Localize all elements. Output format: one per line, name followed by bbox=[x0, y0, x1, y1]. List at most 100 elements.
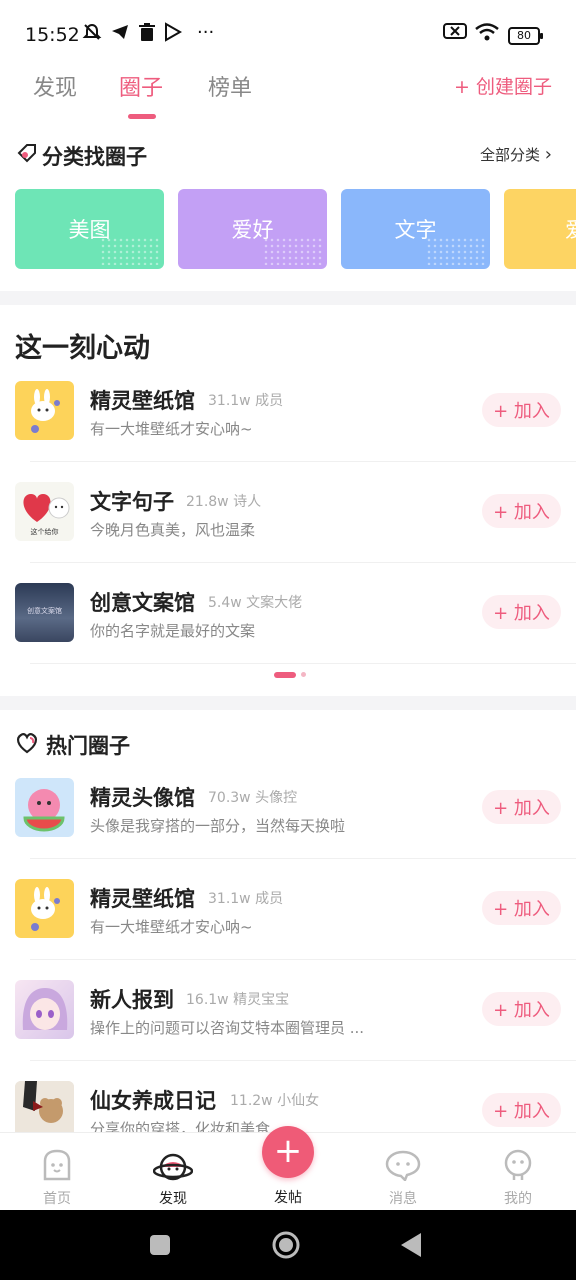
all-categories-link[interactable]: 全部分类 › bbox=[480, 144, 552, 165]
circle-desc: 操作上的问题可以咨询艾特本圈管理员 ... bbox=[90, 1019, 365, 1037]
plus-icon: + bbox=[273, 1131, 303, 1171]
mute-icon bbox=[82, 22, 102, 47]
circle-members: 5.4w 文案大佬 bbox=[208, 595, 303, 611]
category-card-hobby[interactable]: 爱好 bbox=[178, 189, 327, 269]
category-card-text[interactable]: 文字 bbox=[341, 189, 490, 269]
discover-planet-icon bbox=[152, 1149, 194, 1181]
home-button-icon[interactable] bbox=[271, 1230, 301, 1264]
circle-desc: 今晚月色真美，风也温柔 bbox=[90, 521, 256, 539]
join-button[interactable]: + 加入 bbox=[482, 891, 561, 925]
nav-profile[interactable]: 我的 bbox=[478, 1133, 558, 1211]
system-navigation-bar bbox=[0, 1210, 576, 1280]
circle-members: 70.3w 头像控 bbox=[208, 790, 298, 806]
row-separator bbox=[30, 959, 576, 960]
tab-discover[interactable]: 发现 bbox=[33, 70, 77, 102]
sim-off-icon bbox=[443, 22, 467, 45]
tab-ranking[interactable]: 榜单 bbox=[208, 70, 252, 102]
circle-avatar bbox=[15, 980, 74, 1039]
avatar-caption: 创意文案馆 bbox=[27, 607, 62, 615]
circle-members: 21.8w 诗人 bbox=[186, 494, 262, 510]
hot-section-title: 热门圈子 bbox=[46, 734, 130, 758]
tab-circles[interactable]: 圈子 bbox=[119, 70, 163, 102]
play-store-icon bbox=[164, 22, 183, 47]
home-ghost-icon bbox=[41, 1149, 73, 1181]
row-separator bbox=[30, 461, 576, 462]
page-indicator-dot bbox=[301, 672, 306, 677]
circle-avatar bbox=[15, 879, 74, 938]
join-button[interactable]: + 加入 bbox=[482, 790, 561, 824]
recents-icon[interactable] bbox=[149, 1234, 171, 1260]
circle-members: 31.1w 成员 bbox=[208, 393, 284, 409]
status-time: 15:52 bbox=[25, 24, 80, 46]
circle-avatar bbox=[15, 778, 74, 837]
card-pattern bbox=[100, 237, 160, 265]
battery-indicator: 80 bbox=[508, 27, 543, 45]
circle-members: 11.2w 小仙女 bbox=[230, 1093, 320, 1109]
circle-name: 仙女养成日记 bbox=[90, 1089, 216, 1113]
join-button[interactable]: + 加入 bbox=[482, 494, 561, 528]
page-indicator-active bbox=[274, 672, 296, 678]
circle-members: 16.1w 精灵宝宝 bbox=[186, 992, 290, 1008]
card-pattern bbox=[426, 237, 486, 265]
post-button[interactable]: + bbox=[262, 1126, 314, 1178]
circle-avatar bbox=[15, 381, 74, 440]
circle-desc: 有一大堆壁纸才安心呐~ bbox=[90, 420, 253, 438]
nav-home[interactable]: 首页 bbox=[17, 1133, 97, 1211]
nav-label: 消息 bbox=[389, 1191, 417, 1207]
nav-label: 首页 bbox=[43, 1191, 71, 1207]
list-item[interactable]: 新人报到 16.1w 精灵宝宝 操作上的问题可以咨询艾特本圈管理员 ... + … bbox=[0, 980, 576, 1081]
telegram-icon bbox=[110, 22, 130, 47]
join-button[interactable]: + 加入 bbox=[482, 1093, 561, 1127]
circle-name: 精灵壁纸馆 bbox=[90, 389, 195, 413]
circle-name: 精灵壁纸馆 bbox=[90, 887, 195, 911]
circle-name: 文字句子 bbox=[90, 490, 174, 514]
circle-name: 精灵头像馆 bbox=[90, 786, 195, 810]
list-item[interactable]: 精灵头像馆 70.3w 头像控 头像是我穿搭的一部分，当然每天换啦 + 加入 bbox=[0, 778, 576, 879]
post-label: 发帖 bbox=[274, 1190, 302, 1206]
row-separator bbox=[30, 663, 576, 664]
section-divider bbox=[0, 696, 576, 710]
category-card-partial[interactable]: 爱 bbox=[504, 189, 576, 269]
nav-messages[interactable]: 消息 bbox=[363, 1133, 443, 1211]
nav-label: 我的 bbox=[504, 1191, 532, 1207]
nav-discover[interactable]: 发现 bbox=[133, 1133, 213, 1211]
circle-desc: 你的名字就是最好的文案 bbox=[90, 622, 256, 640]
list-item[interactable]: 精灵壁纸馆 31.1w 成员 有一大堆壁纸才安心呐~ + 加入 bbox=[0, 879, 576, 980]
status-bar: 15:52 ··· 80 bbox=[0, 0, 576, 66]
card-pattern bbox=[263, 237, 323, 265]
category-card-meitu[interactable]: 美图 bbox=[15, 189, 164, 269]
circle-name: 新人报到 bbox=[90, 988, 174, 1012]
join-button[interactable]: + 加入 bbox=[482, 992, 561, 1026]
create-circle-button[interactable]: + 创建圈子 bbox=[454, 72, 552, 99]
circle-desc: 有一大堆壁纸才安心呐~ bbox=[90, 918, 253, 936]
chevron-right-icon: › bbox=[544, 144, 552, 165]
active-tab-indicator bbox=[128, 114, 156, 119]
row-separator bbox=[30, 1060, 576, 1061]
profile-icon bbox=[502, 1149, 534, 1181]
circle-desc: 头像是我穿搭的一部分，当然每天换啦 bbox=[90, 817, 346, 835]
list-item[interactable]: 精灵壁纸馆 31.1w 成员 有一大堆壁纸才安心呐~ + 加入 bbox=[0, 381, 576, 482]
circle-avatar: 创意文案馆 bbox=[15, 583, 74, 642]
more-indicator: ··· bbox=[197, 22, 215, 43]
list-item[interactable]: 创意文案馆 创意文案馆 5.4w 文案大佬 你的名字就是最好的文案 + 加入 bbox=[0, 583, 576, 684]
join-button[interactable]: + 加入 bbox=[482, 595, 561, 629]
category-section-title: 分类找圈子 bbox=[42, 145, 147, 169]
trash-icon bbox=[138, 22, 156, 47]
wifi-icon bbox=[474, 22, 500, 47]
message-bubble-icon bbox=[385, 1149, 421, 1183]
heartbeat-section-title: 这一刻心动 bbox=[15, 333, 150, 364]
category-label: 爱 bbox=[565, 218, 576, 242]
circle-members: 31.1w 成员 bbox=[208, 891, 284, 907]
row-separator bbox=[30, 562, 576, 563]
nav-label: 发现 bbox=[159, 1191, 187, 1207]
all-categories-label: 全部分类 bbox=[480, 146, 541, 164]
row-separator bbox=[30, 858, 576, 859]
section-divider bbox=[0, 291, 576, 305]
back-icon[interactable] bbox=[400, 1232, 422, 1262]
list-item[interactable]: 这个给你 文字句子 21.8w 诗人 今晚月色真美，风也温柔 + 加入 bbox=[0, 482, 576, 583]
circle-name: 创意文案馆 bbox=[90, 591, 195, 615]
circle-avatar: 这个给你 bbox=[15, 482, 74, 541]
join-button[interactable]: + 加入 bbox=[482, 393, 561, 427]
avatar-caption: 这个给你 bbox=[30, 528, 59, 536]
heart-icon bbox=[15, 732, 39, 758]
